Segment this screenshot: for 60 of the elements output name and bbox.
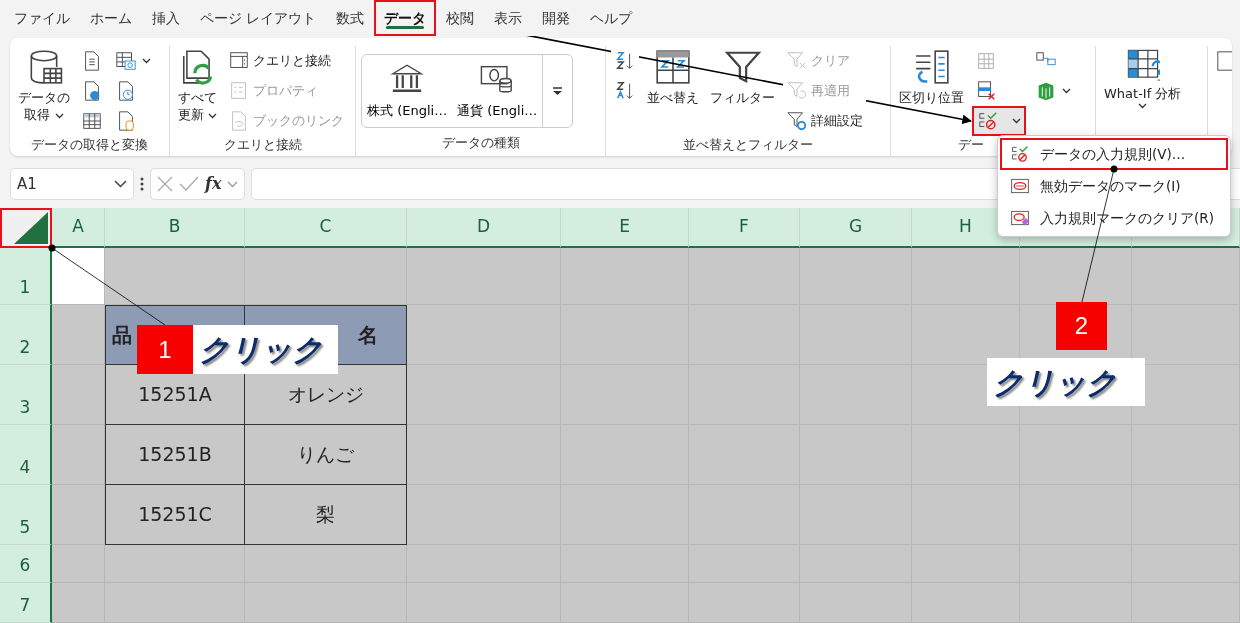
data-type-button[interactable]: 通貨 (Engli… xyxy=(452,55,543,127)
sort-icon xyxy=(654,48,692,86)
ribbon-button[interactable]: すべて 更新 xyxy=(175,46,221,126)
name-box[interactable]: A1 xyxy=(10,168,134,200)
row-header[interactable]: 4 xyxy=(0,425,52,485)
step-number: 2 xyxy=(1056,302,1107,350)
ribbon-button[interactable]: 区切り位置 xyxy=(896,46,967,109)
chevron-icon xyxy=(114,180,127,188)
table-cell: オレンジ xyxy=(245,365,407,425)
column-header[interactable]: B xyxy=(105,208,245,248)
select-all-button[interactable] xyxy=(0,208,52,248)
column-header[interactable]: D xyxy=(407,208,561,248)
row-header[interactable]: 7 xyxy=(0,583,52,623)
more-icon xyxy=(140,177,144,191)
circle-invalid-icon xyxy=(1010,176,1030,196)
triangle-icon xyxy=(14,212,48,244)
table-camera-icon xyxy=(115,50,137,72)
row-header[interactable]: 5 xyxy=(0,485,52,545)
row-header[interactable]: 6 xyxy=(0,545,52,583)
what-if-analysis-icon xyxy=(1125,48,1160,82)
row-header[interactable]: 2 xyxy=(0,305,52,365)
table-cell: 梨 xyxy=(245,485,407,545)
column-header[interactable]: A xyxy=(52,208,105,248)
menu-item[interactable]: データの入力規則(V)… xyxy=(1000,138,1228,170)
filter-reapply-icon xyxy=(786,80,808,102)
table-cell: 15251B xyxy=(105,425,245,485)
data-type-button[interactable]: 株式 (Engli… xyxy=(362,55,453,127)
row-header[interactable]: 3 xyxy=(0,365,52,425)
table-cell: りんご xyxy=(245,425,407,485)
menu-item[interactable]: 無効データのマーク(I) xyxy=(1000,170,1228,202)
table-cell: 15251C xyxy=(105,485,245,545)
column-header[interactable]: C xyxy=(245,208,407,248)
clear-circles-icon xyxy=(1010,208,1030,228)
callout-text: クリック xyxy=(193,325,338,374)
group-label: デー xyxy=(958,137,984,152)
ribbon-button[interactable]: What-If 分析 xyxy=(1101,46,1185,111)
menu-tab[interactable]: データ xyxy=(374,0,437,36)
remove-duplicates-icon xyxy=(975,80,997,102)
toolbar-button[interactable] xyxy=(972,106,1026,136)
column-header[interactable]: F xyxy=(689,208,800,248)
group-label: 並べ替えとフィルター xyxy=(683,137,813,152)
row-header[interactable]: 1 xyxy=(0,248,52,305)
data-validation-icon xyxy=(1010,144,1030,164)
filter-settings-icon xyxy=(786,110,808,132)
chevron-icon xyxy=(227,180,239,188)
ribbon-button[interactable]: 並べ替え xyxy=(644,46,702,109)
check-icon[interactable] xyxy=(179,176,199,192)
data-validation-icon xyxy=(977,110,999,132)
column-header[interactable]: E xyxy=(561,208,689,248)
callout-text: クリック xyxy=(987,358,1145,406)
expand-icon xyxy=(552,86,564,96)
group-label: クエリと接続 xyxy=(223,137,302,152)
ribbon-button[interactable]: フィルター xyxy=(707,46,778,109)
column-header[interactable]: G xyxy=(800,208,912,248)
group-label: データの種類 xyxy=(441,135,520,150)
group-label: データの取得と変換 xyxy=(31,137,148,152)
insert-function-button[interactable]: fx xyxy=(205,172,222,196)
flash-fill-icon xyxy=(975,50,997,72)
step-number: 1 xyxy=(137,325,193,374)
ribbon-button[interactable]: データの 取得 xyxy=(15,46,73,126)
